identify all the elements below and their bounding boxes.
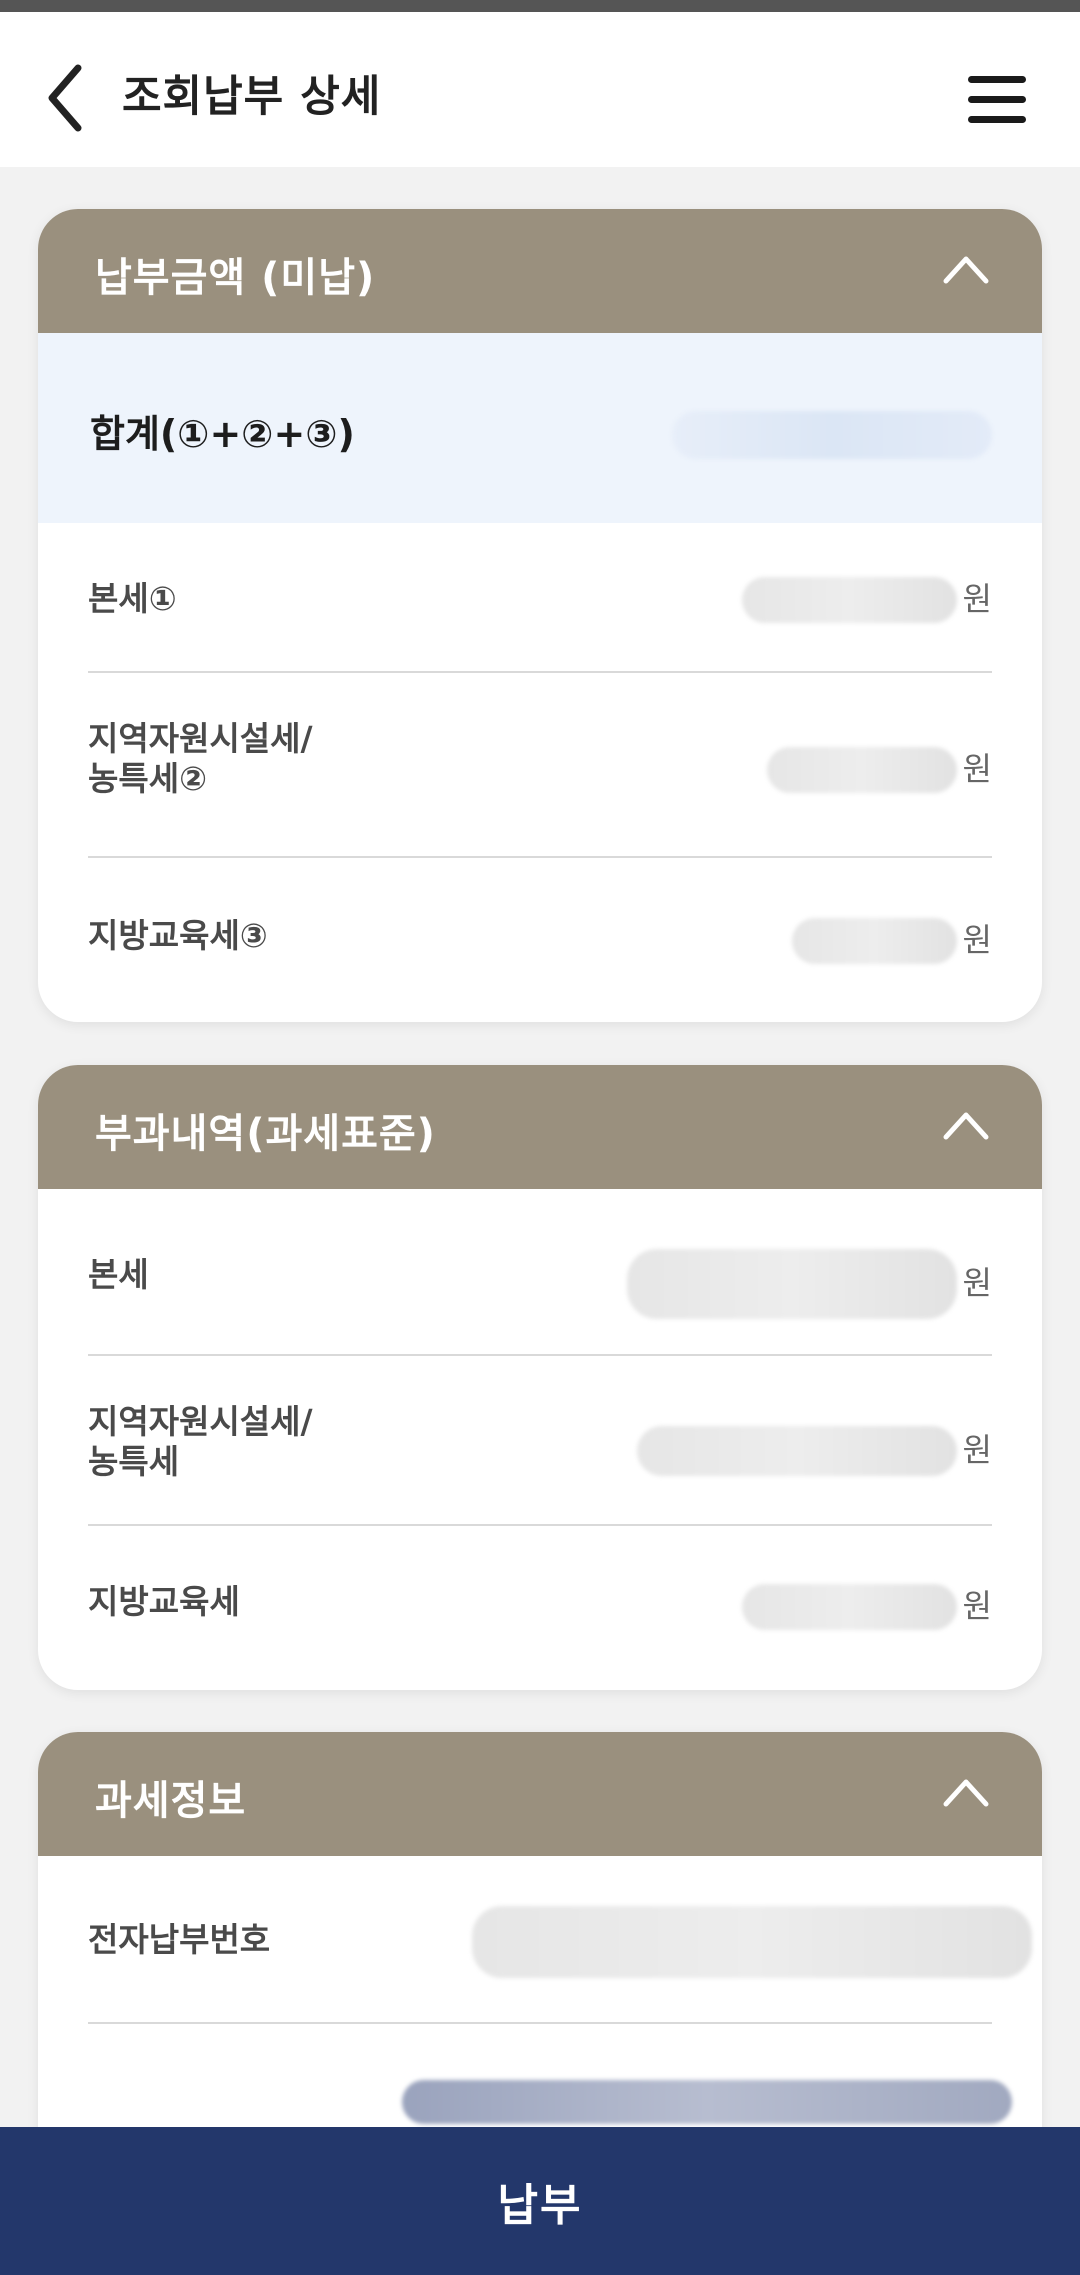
regional-resource-tax-label: 지역자원시설세/ 농특세② [88,719,313,798]
payment-amount-card: 납부금액 (미납) 합계(①+②+③) 본세① 원 지역자원시설세/ 농특세② … [38,209,1042,1022]
local-education-tax-row: 지방교육세③ 원 [88,858,992,1022]
levy-main-tax-row: 본세 원 [88,1189,992,1356]
electronic-payment-number-value [472,1906,1032,1978]
payment-amount-title: 납부금액 (미납) [95,255,376,301]
chevron-left-icon [48,64,82,132]
hamburger-menu-icon [968,76,1026,83]
levy-main-tax-value: 원 [626,1249,992,1319]
chevron-up-icon[interactable] [942,1772,990,1812]
app-header: 조회납부 상세 [0,12,1080,167]
pay-button-label: 납부 [497,2180,583,2231]
main-tax-value: 원 [741,577,992,623]
total-row: 합계(①+②+③) [38,333,1042,523]
levy-local-education-tax-label: 지방교육세 [88,1582,240,1621]
levy-main-tax-label: 본세 [88,1255,149,1294]
local-education-tax-value: 원 [791,918,992,964]
content-area[interactable]: 납부금액 (미납) 합계(①+②+③) 본세① 원 지역자원시설세/ 농특세② … [0,167,1080,2192]
page-title: 조회납부 상세 [122,72,382,122]
menu-button[interactable] [968,76,1030,130]
regional-resource-tax-row: 지역자원시설세/ 농특세② 원 [88,673,992,858]
levy-regional-resource-tax-label: 지역자원시설세/ 농특세 [88,1402,313,1481]
tax-info-title: 과세정보 [95,1778,247,1824]
regional-resource-tax-value: 원 [766,747,992,793]
levy-details-card: 부과내역(과세표준) 본세 원 지역자원시설세/ 농특세 원 지방교육세 원 [38,1065,1042,1690]
total-value-redacted [672,411,992,459]
chevron-up-icon[interactable] [942,1105,990,1145]
levy-regional-resource-tax-value: 원 [636,1426,992,1476]
tax-info-header[interactable]: 과세정보 [38,1732,1042,1856]
chevron-up-icon[interactable] [942,249,990,289]
pay-button[interactable]: 납부 [0,2127,1080,2275]
main-tax-row: 본세① 원 [88,523,992,673]
total-label: 합계(①+②+③) [90,412,355,456]
tax-info-card: 과세정보 전자납부번호 [38,1732,1042,2192]
levy-details-title: 부과내역(과세표준) [95,1111,436,1157]
back-button[interactable] [44,58,104,138]
electronic-payment-number-label: 전자납부번호 [88,1920,271,1959]
levy-local-education-tax-row: 지방교육세 원 [88,1526,992,1690]
main-tax-label: 본세① [88,579,177,618]
payment-amount-header[interactable]: 납부금액 (미납) [38,209,1042,333]
partially-hidden-value [402,2080,1012,2124]
levy-regional-resource-tax-row: 지역자원시설세/ 농특세 원 [88,1356,992,1526]
electronic-payment-number-row: 전자납부번호 [88,1856,1032,2024]
levy-local-education-tax-value: 원 [741,1584,992,1630]
local-education-tax-label: 지방교육세③ [88,916,268,955]
levy-details-header[interactable]: 부과내역(과세표준) [38,1065,1042,1189]
status-bar [0,0,1080,12]
